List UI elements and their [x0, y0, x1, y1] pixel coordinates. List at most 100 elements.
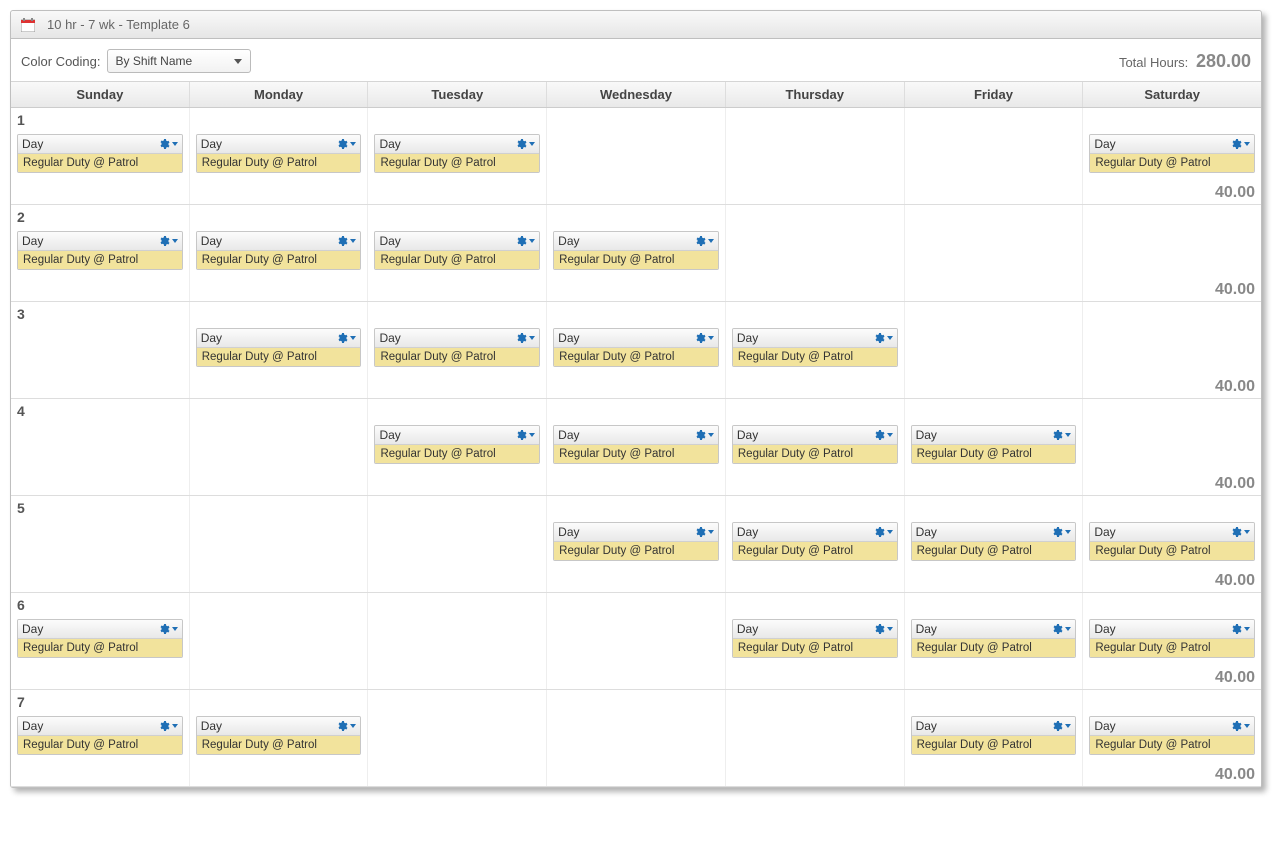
shift-menu-button[interactable] [873, 623, 893, 635]
day-cell[interactable]: DayRegular Duty @ Patrol [905, 399, 1084, 495]
day-cell[interactable]: DayRegular Duty @ Patrol [726, 496, 905, 592]
day-cell[interactable]: DayRegular Duty @ Patrol40.00 [1083, 108, 1261, 204]
shift-menu-button[interactable] [515, 235, 535, 247]
day-cell[interactable] [905, 302, 1084, 398]
shift-menu-button[interactable] [873, 526, 893, 538]
shift-menu-button[interactable] [158, 235, 178, 247]
shift-block[interactable]: DayRegular Duty @ Patrol [1089, 522, 1255, 561]
day-cell[interactable]: DayRegular Duty @ Patrol [726, 399, 905, 495]
shift-block[interactable]: DayRegular Duty @ Patrol [196, 716, 362, 755]
day-cell[interactable] [190, 593, 369, 689]
day-cell[interactable] [547, 593, 726, 689]
shift-block[interactable]: DayRegular Duty @ Patrol [196, 328, 362, 367]
shift-block[interactable]: DayRegular Duty @ Patrol [732, 619, 898, 658]
day-cell[interactable]: 40.00 [1083, 205, 1261, 301]
shift-block[interactable]: DayRegular Duty @ Patrol [17, 619, 183, 658]
shift-menu-button[interactable] [1230, 526, 1250, 538]
shift-block[interactable]: DayRegular Duty @ Patrol [911, 619, 1077, 658]
shift-menu-button[interactable] [1051, 526, 1071, 538]
shift-menu-button[interactable] [336, 235, 356, 247]
shift-menu-button[interactable] [1230, 623, 1250, 635]
shift-block[interactable]: DayRegular Duty @ Patrol [374, 425, 540, 464]
day-cell[interactable]: DayRegular Duty @ Patrol [368, 302, 547, 398]
day-cell[interactable]: DayRegular Duty @ Patrol [547, 302, 726, 398]
day-cell[interactable]: DayRegular Duty @ Patrol [190, 690, 369, 786]
shift-block[interactable]: DayRegular Duty @ Patrol [196, 231, 362, 270]
shift-menu-button[interactable] [515, 332, 535, 344]
shift-block[interactable]: DayRegular Duty @ Patrol [1089, 134, 1255, 173]
day-cell[interactable]: DayRegular Duty @ Patrol [547, 399, 726, 495]
shift-block[interactable]: DayRegular Duty @ Patrol [1089, 716, 1255, 755]
day-cell[interactable]: DayRegular Duty @ Patrol [368, 108, 547, 204]
shift-menu-button[interactable] [336, 332, 356, 344]
shift-block[interactable]: DayRegular Duty @ Patrol [553, 328, 719, 367]
shift-block[interactable]: DayRegular Duty @ Patrol [17, 231, 183, 270]
shift-menu-button[interactable] [694, 235, 714, 247]
day-cell[interactable] [547, 690, 726, 786]
day-cell[interactable] [190, 399, 369, 495]
shift-menu-button[interactable] [1051, 623, 1071, 635]
shift-menu-button[interactable] [873, 429, 893, 441]
shift-menu-button[interactable] [694, 526, 714, 538]
day-cell[interactable]: DayRegular Duty @ Patrol [368, 205, 547, 301]
shift-block[interactable]: DayRegular Duty @ Patrol [732, 328, 898, 367]
day-cell[interactable] [368, 496, 547, 592]
shift-menu-button[interactable] [1051, 429, 1071, 441]
day-cell[interactable] [547, 108, 726, 204]
shift-block[interactable]: DayRegular Duty @ Patrol [196, 134, 362, 173]
day-cell[interactable]: DayRegular Duty @ Patrol40.00 [1083, 593, 1261, 689]
shift-menu-button[interactable] [873, 332, 893, 344]
day-cell[interactable]: 4 [11, 399, 190, 495]
shift-block[interactable]: DayRegular Duty @ Patrol [553, 425, 719, 464]
color-coding-dropdown[interactable]: By Shift Name [107, 49, 251, 73]
shift-block[interactable]: DayRegular Duty @ Patrol [374, 231, 540, 270]
shift-block[interactable]: DayRegular Duty @ Patrol [17, 716, 183, 755]
shift-menu-button[interactable] [158, 623, 178, 635]
shift-menu-button[interactable] [1051, 720, 1071, 732]
shift-block[interactable]: DayRegular Duty @ Patrol [1089, 619, 1255, 658]
shift-block[interactable]: DayRegular Duty @ Patrol [553, 231, 719, 270]
day-cell[interactable] [368, 593, 547, 689]
day-cell[interactable] [368, 690, 547, 786]
day-cell[interactable]: DayRegular Duty @ Patrol [547, 205, 726, 301]
shift-menu-button[interactable] [515, 429, 535, 441]
day-cell[interactable]: 3 [11, 302, 190, 398]
day-cell[interactable]: DayRegular Duty @ Patrol [905, 690, 1084, 786]
shift-menu-button[interactable] [158, 138, 178, 150]
shift-menu-button[interactable] [336, 720, 356, 732]
day-cell[interactable] [726, 205, 905, 301]
day-cell[interactable] [905, 108, 1084, 204]
shift-block[interactable]: DayRegular Duty @ Patrol [374, 134, 540, 173]
shift-block[interactable]: DayRegular Duty @ Patrol [911, 425, 1077, 464]
shift-menu-button[interactable] [336, 138, 356, 150]
day-cell[interactable]: DayRegular Duty @ Patrol [190, 108, 369, 204]
day-cell[interactable]: 1DayRegular Duty @ Patrol [11, 108, 190, 204]
shift-menu-button[interactable] [1230, 138, 1250, 150]
day-cell[interactable]: DayRegular Duty @ Patrol [726, 302, 905, 398]
day-cell[interactable]: 2DayRegular Duty @ Patrol [11, 205, 190, 301]
shift-menu-button[interactable] [1230, 720, 1250, 732]
day-cell[interactable]: 40.00 [1083, 399, 1261, 495]
day-cell[interactable] [726, 690, 905, 786]
shift-block[interactable]: DayRegular Duty @ Patrol [911, 522, 1077, 561]
day-cell[interactable] [190, 496, 369, 592]
shift-block[interactable]: DayRegular Duty @ Patrol [17, 134, 183, 173]
day-cell[interactable]: DayRegular Duty @ Patrol40.00 [1083, 690, 1261, 786]
shift-block[interactable]: DayRegular Duty @ Patrol [911, 716, 1077, 755]
day-cell[interactable]: DayRegular Duty @ Patrol40.00 [1083, 496, 1261, 592]
day-cell[interactable] [726, 108, 905, 204]
day-cell[interactable]: 40.00 [1083, 302, 1261, 398]
day-cell[interactable]: 7DayRegular Duty @ Patrol [11, 690, 190, 786]
day-cell[interactable]: DayRegular Duty @ Patrol [726, 593, 905, 689]
day-cell[interactable]: DayRegular Duty @ Patrol [905, 496, 1084, 592]
shift-block[interactable]: DayRegular Duty @ Patrol [553, 522, 719, 561]
day-cell[interactable]: DayRegular Duty @ Patrol [905, 593, 1084, 689]
day-cell[interactable]: DayRegular Duty @ Patrol [368, 399, 547, 495]
shift-block[interactable]: DayRegular Duty @ Patrol [374, 328, 540, 367]
shift-menu-button[interactable] [694, 332, 714, 344]
day-cell[interactable]: DayRegular Duty @ Patrol [190, 205, 369, 301]
shift-menu-button[interactable] [158, 720, 178, 732]
shift-block[interactable]: DayRegular Duty @ Patrol [732, 425, 898, 464]
day-cell[interactable]: DayRegular Duty @ Patrol [547, 496, 726, 592]
day-cell[interactable] [905, 205, 1084, 301]
